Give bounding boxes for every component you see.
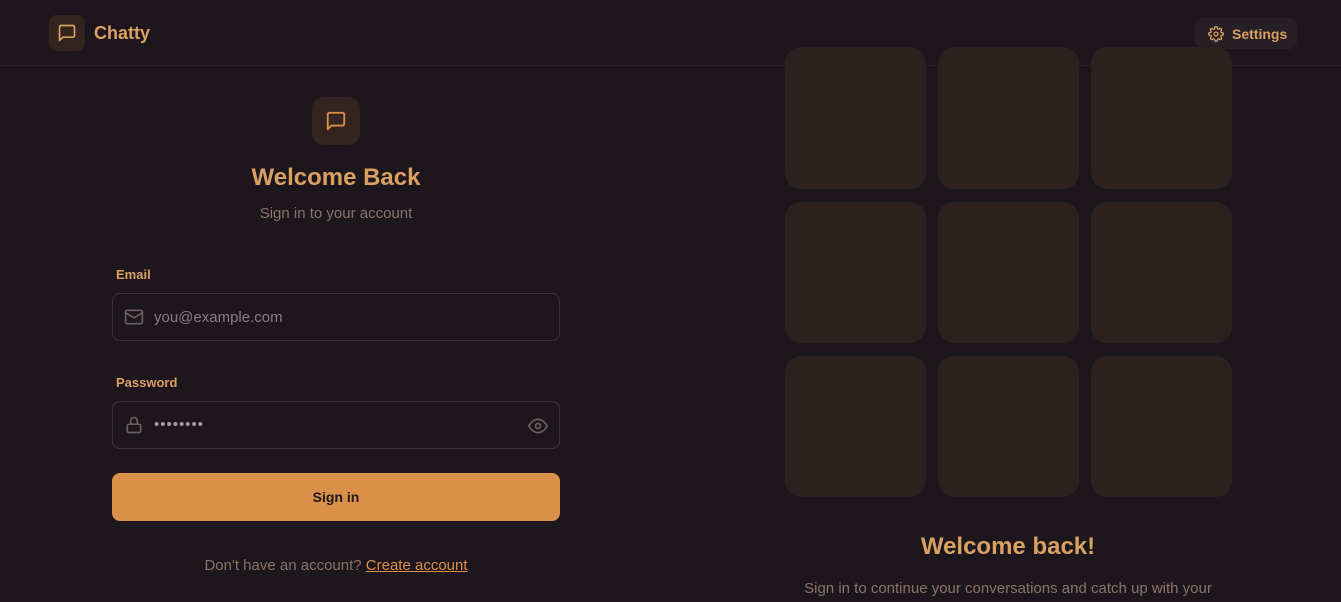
sign-in-button[interactable]: Sign in bbox=[112, 473, 560, 521]
message-square-icon bbox=[312, 97, 360, 145]
pattern-tile bbox=[938, 202, 1079, 343]
mail-icon bbox=[124, 307, 144, 327]
app-name: Chatty bbox=[94, 22, 151, 43]
password-label: Password bbox=[116, 375, 178, 390]
pattern-tile bbox=[785, 356, 926, 497]
pattern-tile bbox=[785, 47, 926, 189]
login-title: Welcome Back bbox=[251, 164, 421, 191]
promo-title: Welcome back! bbox=[920, 533, 1096, 560]
message-square-icon bbox=[49, 15, 85, 51]
email-label: Email bbox=[116, 267, 151, 282]
brand[interactable]: Chatty bbox=[49, 15, 150, 51]
no-account-text: Don't have an account? bbox=[204, 557, 362, 574]
promo-subtitle: Sign in to continue your conversations a… bbox=[804, 580, 1212, 597]
pattern-tile bbox=[938, 356, 1079, 497]
settings-button[interactable]: Settings bbox=[1195, 18, 1297, 49]
email-field[interactable]: you@example.com bbox=[112, 293, 560, 341]
pattern-tile bbox=[1091, 356, 1232, 497]
create-account-link[interactable]: Create account bbox=[366, 557, 468, 574]
pattern-tile bbox=[785, 202, 926, 343]
login-panel: Welcome Back Sign in to your account Ema… bbox=[0, 67, 672, 602]
login-subtitle: Sign in to your account bbox=[259, 205, 413, 222]
settings-label: Settings bbox=[1232, 25, 1288, 42]
email-placeholder: you@example.com bbox=[154, 309, 283, 326]
eye-icon[interactable] bbox=[528, 416, 548, 436]
promo-panel: Welcome back! Sign in to continue your c… bbox=[672, 47, 1341, 602]
pattern-tile bbox=[1091, 47, 1232, 189]
pattern-tile bbox=[938, 47, 1079, 189]
signup-prompt: Don't have an account? Create account bbox=[0, 557, 672, 574]
lock-icon bbox=[124, 415, 144, 435]
password-value: •••••••• bbox=[154, 416, 205, 433]
password-field[interactable]: •••••••• bbox=[112, 401, 560, 449]
gear-icon bbox=[1208, 25, 1224, 42]
pattern-tile bbox=[1091, 202, 1232, 343]
